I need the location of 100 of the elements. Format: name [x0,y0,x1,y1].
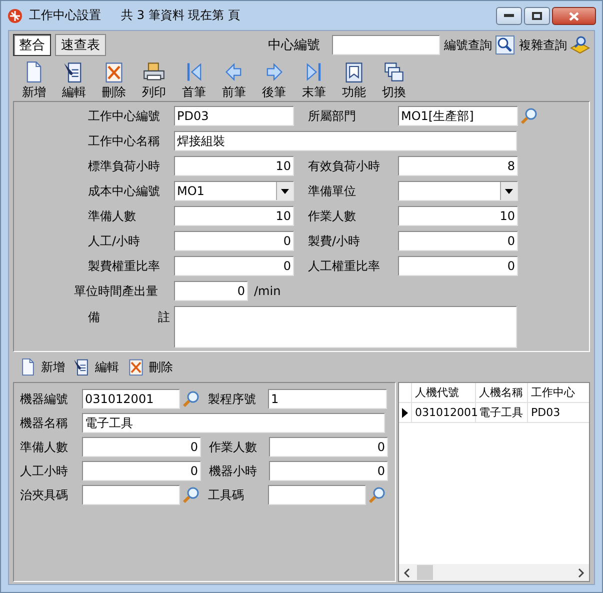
search-icon[interactable] [520,107,538,125]
input-field[interactable]: 電子工具 [82,413,385,433]
toolbar-button[interactable]: 切換 [375,61,413,101]
input-field[interactable]: MO1[生產部] [398,106,518,126]
toolbar-button[interactable]: 首筆 [175,61,213,101]
field-label: 人工權重比率 [307,258,381,274]
table-cell-text: PD03 [530,405,562,421]
toolbar-button[interactable]: 新增 [15,61,53,101]
app-icon [7,8,23,24]
field-label: 工作中心編號 [87,108,161,124]
input-field[interactable]: 0 [269,461,388,481]
input-field[interactable]: 0 [82,437,201,457]
dropdown[interactable] [398,181,518,201]
field-label: 工具碼 [208,486,245,504]
delete-document-icon [103,61,125,83]
field-label: 準備人數 [87,208,137,224]
table-cell: 031012001 [412,403,476,422]
edit-document-icon [73,358,91,376]
search-icon[interactable] [182,390,200,408]
document-icon [19,358,37,376]
field-label: 治夾具碼 [20,486,69,504]
column-header[interactable]: 人機代號 [412,383,476,402]
toolbar-button[interactable]: 刪除 [95,61,133,101]
caret-icon [281,188,289,194]
dropdown[interactable]: MO1 [174,181,294,201]
input-field[interactable]: 10 [174,206,294,226]
query-icon [570,35,590,55]
field-label: 所屬部門 [307,108,357,124]
minimize-icon [504,14,514,18]
input-field[interactable]: 焊接組裝 [174,131,517,151]
toolbar-button[interactable]: 後筆 [255,61,293,101]
field-label: 機器名稱 [20,414,69,432]
input-field[interactable]: 0 [269,437,388,457]
close-button[interactable] [552,7,596,25]
field-label: 機器小時 [209,462,258,480]
field-label: 人工/小時 [87,232,142,250]
input-field[interactable]: 8 [398,156,518,176]
table-row[interactable]: 031012001 電子工具 PD03 [399,403,589,423]
toolbar-button[interactable]: 編輯 [55,61,93,101]
input-field[interactable]: 1 [268,389,387,409]
search-icon[interactable] [368,486,386,504]
scroll-thumb[interactable] [417,565,433,580]
field-label: 準備人數 [20,438,69,456]
delete-document-icon [127,358,145,376]
table-cell: 電子工具 [476,403,528,422]
input-field[interactable] [82,485,180,505]
field-label: 備註 [87,309,170,326]
printer-icon [143,61,165,83]
windows-icon [383,61,405,83]
scroll-right-icon[interactable] [577,568,585,578]
field-label: 製費/小時 [307,232,362,250]
toolbar-button[interactable]: 末筆 [295,61,333,101]
input-field[interactable] [268,485,366,505]
input-field[interactable]: 0 [82,461,201,481]
input-field[interactable]: 0 [398,231,518,251]
maximize-button[interactable] [524,7,550,25]
field-label: 有效負荷小時 [307,158,381,174]
column-header[interactable]: 工作中心 [528,383,584,402]
field-label: 成本中心編號 [87,182,161,200]
query-button[interactable]: 複雜查詢 [519,35,590,55]
unit-label: /min [254,284,281,298]
maximize-icon [532,12,542,20]
book-icon [343,61,365,83]
center-code-label: 中心編號 [268,37,320,54]
toolbar-button[interactable]: 列印 [135,61,173,101]
field-label: 人工小時 [20,462,69,480]
input-field[interactable]: 10 [398,206,518,226]
tab[interactable]: 整合 [13,34,51,56]
input-field[interactable]: PD03 [174,106,294,126]
input-field[interactable]: 0 [398,256,518,276]
caret-icon [505,188,513,194]
input-field[interactable]: 0 [174,231,294,251]
toolbar-button[interactable]: 前筆 [215,61,253,101]
window-title: 工作中心設置 [29,7,101,24]
search-field[interactable] [332,35,440,55]
toolbar-button[interactable]: 刪除 [127,357,173,377]
memo-field[interactable] [174,306,517,348]
tab[interactable]: 速查表 [55,34,106,56]
field-label: 標準負荷小時 [87,158,161,174]
row-pointer-icon [402,408,408,418]
search-icon[interactable] [182,486,200,504]
toolbar-button[interactable]: 編輯 [73,357,119,377]
input-field[interactable]: 10 [174,156,294,176]
horizontal-scrollbar[interactable] [399,564,589,581]
input-field[interactable]: 0 [174,256,294,276]
field-label: 作業人數 [209,438,258,456]
minimize-button[interactable] [496,7,522,25]
field-label: 機器編號 [20,390,69,408]
query-button[interactable]: 編號查詢 [444,35,515,55]
close-icon [569,12,579,20]
column-header[interactable]: 人機名稱 [476,383,528,402]
toolbar-button[interactable]: 功能 [335,61,373,101]
scroll-left-icon[interactable] [403,568,411,578]
field-label: 單位時間產出量 [73,282,159,300]
field-label: 工作中心名稱 [87,132,161,150]
input-field[interactable]: 0 [174,281,248,301]
field-label: 準備單位 [307,182,357,200]
field-label: 製費權重比率 [87,258,161,274]
toolbar-button[interactable]: 新增 [19,357,65,377]
input-field[interactable]: 031012001 [82,389,180,409]
